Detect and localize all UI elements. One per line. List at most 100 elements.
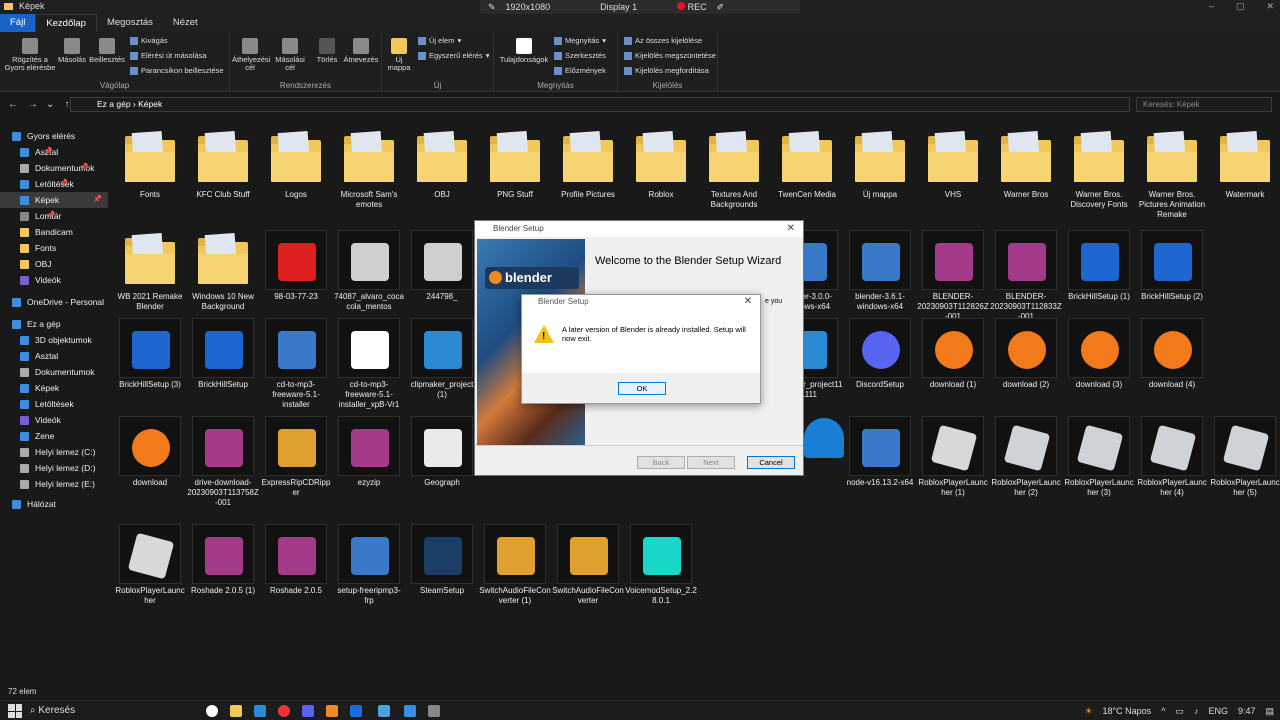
sidebar-item[interactable]: Letöltések: [0, 396, 74, 412]
tab-file[interactable]: Fájl: [0, 14, 36, 32]
cancel-button[interactable]: Cancel: [747, 456, 795, 469]
search-input[interactable]: Keresés: Képek: [1136, 97, 1272, 112]
close-icon[interactable]: ✕: [787, 223, 795, 234]
file-item[interactable]: BrickHillSetup: [187, 318, 259, 390]
minimize-icon[interactable]: –: [1209, 1, 1214, 12]
copy-to-button[interactable]: Másolási cél: [272, 38, 308, 72]
cut-button[interactable]: Kivágás: [130, 36, 168, 45]
file-item[interactable]: Geograph: [406, 416, 478, 488]
open-button[interactable]: Megnyitás ▾: [554, 36, 606, 45]
maximize-icon[interactable]: ▢: [1236, 1, 1245, 12]
app-icon[interactable]: [404, 705, 416, 717]
folder-item[interactable]: Profile Pictures: [552, 128, 624, 200]
folder-item[interactable]: OBJ: [406, 128, 478, 200]
file-item[interactable]: ExpressRipCDRipper: [260, 416, 332, 498]
sidebar-item[interactable]: OBJ: [0, 256, 52, 272]
copy-button[interactable]: Másolás: [58, 38, 86, 64]
taskbar-search[interactable]: ⌕ Keresés: [30, 703, 170, 719]
easy-access-button[interactable]: Egyszerű elérés ▾: [418, 51, 490, 60]
close-icon[interactable]: ✕: [1266, 1, 1274, 12]
file-item[interactable]: BrickHillSetup (3): [114, 318, 186, 390]
sidebar-item[interactable]: Helyi lemez (E:): [0, 476, 95, 492]
folder-item[interactable]: KFC Club Stuff: [187, 128, 259, 200]
sidebar-item[interactable]: Letöltések 📌: [0, 176, 74, 192]
back-button[interactable]: Back: [637, 456, 685, 469]
sidebar-item[interactable]: Fonts: [0, 240, 56, 256]
app-icon[interactable]: [350, 705, 362, 717]
file-item[interactable]: BLENDER-20230903T112833Z-001: [990, 230, 1062, 322]
sidebar-item[interactable]: Helyi lemez (D:): [0, 460, 95, 476]
file-item[interactable]: RobloxPlayerLauncher: [114, 524, 186, 606]
file-item[interactable]: RobloxPlayerLauncher (4): [1136, 416, 1208, 498]
sidebar-item[interactable]: Lomtár 📌: [0, 208, 61, 224]
close-icon[interactable]: ✕: [744, 296, 752, 307]
file-item[interactable]: ezyzip: [333, 416, 405, 488]
folder-item[interactable]: TwenCen Media: [771, 128, 843, 200]
app-icon[interactable]: [428, 705, 440, 717]
file-item[interactable]: SteamSetup: [406, 524, 478, 596]
discord-icon[interactable]: [302, 705, 314, 717]
file-item[interactable]: setup-freeripmp3-frp: [333, 524, 405, 606]
sidebar-item[interactable]: Képek 📌: [0, 192, 108, 208]
file-item[interactable]: node-v16.13.2-x64: [844, 416, 916, 488]
rename-button[interactable]: Átnevezés: [342, 38, 380, 64]
file-item[interactable]: RobloxPlayerLauncher (3): [1063, 416, 1135, 498]
delete-button[interactable]: Törlés: [312, 38, 342, 64]
sidebar-item[interactable]: OneDrive - Personal: [0, 294, 104, 310]
tab-view[interactable]: Nézet: [163, 14, 208, 32]
file-item[interactable]: cd-to-mp3-freeware-5.1-installer: [260, 318, 332, 410]
file-item[interactable]: blender-3.6.1-windows-x64: [844, 230, 916, 312]
folder-item[interactable]: Warner Bros. Pictures Animation Remake: [1136, 128, 1208, 220]
folder-item[interactable]: Fonts: [114, 128, 186, 200]
file-item[interactable]: SwitchAudioFileConverter (1): [479, 524, 551, 606]
file-item[interactable]: BrickHillSetup (1): [1063, 230, 1135, 302]
forward-icon[interactable]: →: [26, 99, 40, 110]
pen-icon[interactable]: ✐: [717, 2, 725, 13]
sidebar-item[interactable]: Helyi lemez (C:): [0, 444, 95, 460]
edge-icon[interactable]: [254, 705, 266, 717]
file-item[interactable]: 244798_: [406, 230, 478, 302]
paste-button[interactable]: Beillesztés: [88, 38, 126, 64]
file-item[interactable]: RobloxPlayerLauncher (1): [917, 416, 989, 498]
next-button[interactable]: Next: [687, 456, 735, 469]
select-all-button[interactable]: Az összes kijelölése: [624, 36, 702, 45]
file-item[interactable]: BrickHillSetup (2): [1136, 230, 1208, 302]
path-input[interactable]: Ez a gép › Képek: [70, 97, 1130, 112]
select-none-button[interactable]: Kijelölés megszüntetése: [624, 51, 716, 60]
explorer-icon[interactable]: [230, 705, 242, 717]
folder-item[interactable]: Microsoft Sam's emotes: [333, 128, 405, 210]
back-icon[interactable]: ←: [6, 99, 20, 110]
edit-button[interactable]: Szerkesztés: [554, 51, 606, 60]
file-item[interactable]: BLENDER-20230903T112826Z-001: [917, 230, 989, 322]
file-item[interactable]: RobloxPlayerLauncher (5): [1209, 416, 1280, 498]
clock[interactable]: 9:47: [1238, 706, 1256, 716]
file-item[interactable]: clipmaker_project (1): [406, 318, 478, 400]
sidebar-item[interactable]: Dokumentumok 📌: [0, 160, 95, 176]
sidebar-item[interactable]: 3D objektumok: [0, 332, 92, 348]
file-item[interactable]: download (2): [990, 318, 1062, 390]
ok-button[interactable]: OK: [618, 382, 666, 395]
breadcrumb-this-pc[interactable]: Ez a gép: [97, 99, 131, 109]
sidebar-item[interactable]: Képek: [0, 380, 59, 396]
history-button[interactable]: Előzmények: [554, 66, 606, 75]
file-item[interactable]: cd-to-mp3-freeware-5.1-installer_xpB-Vr1: [333, 318, 405, 410]
sidebar-item[interactable]: Gyors elérés: [0, 128, 75, 144]
copy-path-button[interactable]: Elérési út másolása: [130, 51, 206, 60]
invert-selection-button[interactable]: Kijelölés megfordítása: [624, 66, 709, 75]
move-to-button[interactable]: Áthelyezési cél: [232, 38, 270, 72]
sidebar-item[interactable]: Asztal: [0, 348, 58, 364]
pin-icon[interactable]: ✎: [488, 2, 496, 13]
folder-item[interactable]: VHS: [917, 128, 989, 200]
folder-item[interactable]: Textures And Backgrounds: [698, 128, 770, 210]
paste-shortcut-button[interactable]: Parancsikon beillesztése: [130, 66, 224, 75]
volume-icon[interactable]: ♪: [1194, 706, 1199, 716]
folder-item[interactable]: Új mappa: [844, 128, 916, 200]
sidebar-item[interactable]: Dokumentumok: [0, 364, 95, 380]
folder-item[interactable]: Watermark: [1209, 128, 1280, 200]
sidebar-item[interactable]: Zene: [0, 428, 54, 444]
file-item[interactable]: RobloxPlayerLauncher (2): [990, 416, 1062, 498]
file-item[interactable]: VoicemodSetup_2.28.0.1: [625, 524, 697, 606]
sidebar-item[interactable]: Hálózat: [0, 496, 56, 512]
sidebar-item[interactable]: Videók: [0, 412, 61, 428]
file-item[interactable]: download (1): [917, 318, 989, 390]
